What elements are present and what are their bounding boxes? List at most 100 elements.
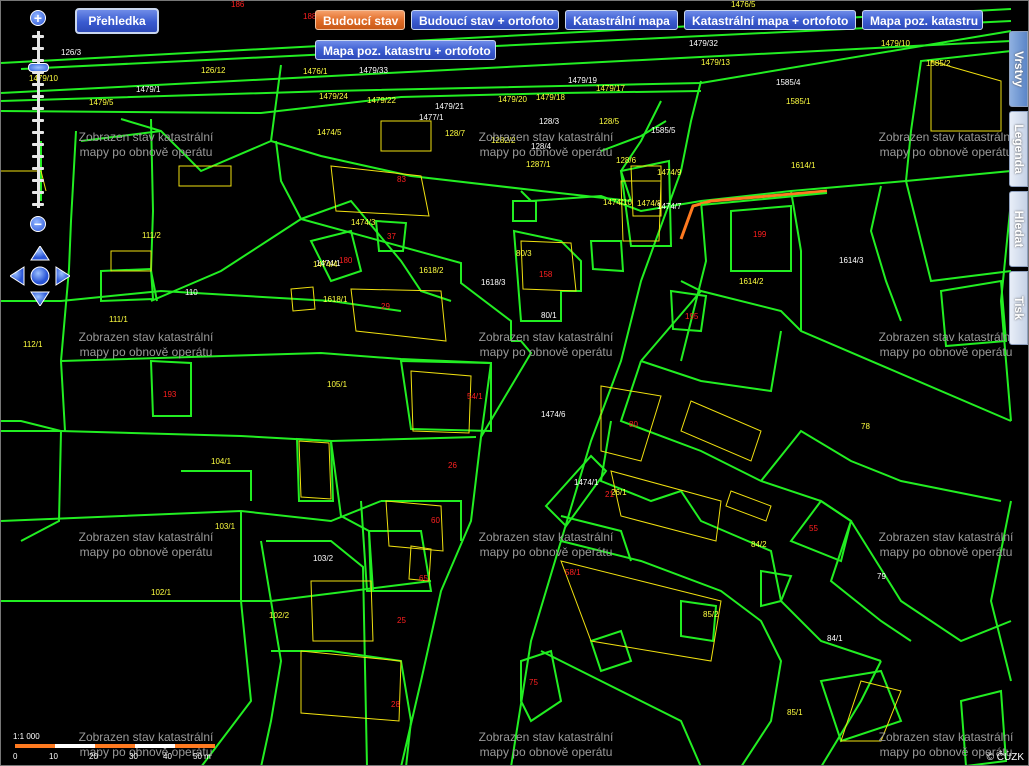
zoom-out-button[interactable]: −	[30, 216, 46, 232]
parcel-label: 1476/1	[303, 67, 328, 76]
zoom-slider-tick	[32, 155, 44, 158]
notice-line: Zobrazen stav katastrální	[479, 730, 614, 744]
pan-down-icon[interactable]	[30, 291, 50, 306]
layer-button-future-state[interactable]: Budoucí stav	[315, 10, 405, 30]
scale-tick-5: 50 m	[193, 752, 211, 761]
layer-button-cadastral-map-orthophoto[interactable]: Katastrální mapa + ortofoto	[684, 10, 856, 30]
parcel-label: 110	[185, 288, 198, 297]
notice-line: Zobrazen stav katastrální	[79, 330, 214, 344]
reconstruction-notice: Zobrazen stav katastrálnímapy po obnově …	[879, 330, 1014, 359]
layer-button-cadastral-map[interactable]: Katastrální mapa	[565, 10, 678, 30]
pan-center-icon[interactable]	[30, 266, 50, 286]
building-number: 37	[387, 232, 396, 241]
parcel-label: 1474/4	[313, 260, 338, 269]
parcel-label: 1479/20	[498, 95, 527, 104]
building-number: 55	[809, 524, 818, 533]
layer-button-land-cadastre-map[interactable]: Mapa poz. katastru	[862, 10, 983, 30]
tab-layers[interactable]: Vrstvy	[1009, 31, 1028, 107]
parcel-label: 104/1	[211, 457, 232, 466]
notice-line: mapy po obnově operátu	[80, 145, 213, 159]
parcel-label: 1479/10	[881, 39, 910, 48]
reconstruction-notices: Zobrazen stav katastrálnímapy po obnově …	[79, 130, 1014, 759]
parcel-label: 1618/2	[419, 266, 444, 275]
map-viewer: 126/3 126/12 1479/10 1479/1 1479/5 1476/1 1479…	[0, 0, 1029, 766]
parcel-label: 128/7	[445, 129, 466, 138]
building-number: 21	[605, 490, 614, 499]
parcel-label: 80/1	[541, 311, 557, 320]
parcel-label: 1479/22	[367, 96, 396, 105]
pan-left-icon[interactable]	[10, 266, 25, 286]
reconstruction-notice: Zobrazen stav katastrálnímapy po obnově …	[79, 130, 214, 159]
parcel-label: 1614/3	[839, 256, 864, 265]
parcel-label: 103/1	[215, 522, 236, 531]
parcel-label: 1479/13	[701, 58, 730, 67]
tab-layers-label: Vrstvy	[1011, 50, 1026, 88]
building-number: 54/1	[467, 392, 483, 401]
parcel-label: 1474/9	[657, 168, 682, 177]
tab-legend[interactable]: Legenda	[1009, 111, 1028, 187]
parcel-label: 1474/8	[637, 199, 662, 208]
tab-search[interactable]: Hledat	[1009, 191, 1028, 267]
notice-line: mapy po obnově operátu	[880, 345, 1013, 359]
parcel-labels: 126/3 126/12 1479/10 1479/1 1479/5 1476/1 1479…	[23, 1, 951, 717]
copyright: © ČÚZK	[986, 752, 1024, 763]
parcel-label: 84/1	[827, 634, 843, 643]
parcel-label: 1287/1	[526, 160, 551, 169]
zoom-slider-tick	[32, 191, 44, 194]
layer-button-future-state-orthophoto[interactable]: Budoucí stav + ortofoto	[411, 10, 559, 30]
reconstruction-notice: Zobrazen stav katastrálnímapy po obnově …	[79, 530, 214, 559]
parcel-label: 128/6	[616, 156, 637, 165]
parcel-label: 1585/4	[776, 78, 801, 87]
parcel-label: 84/2	[751, 540, 767, 549]
parcel-boundaries	[1, 8, 1012, 765]
tab-print[interactable]: Tisk	[1009, 271, 1028, 345]
parcel-label: 1477/1	[419, 113, 444, 122]
parcel-label: 1618/1	[323, 295, 348, 304]
tab-print-label: Tisk	[1011, 296, 1026, 320]
building-number: 29	[381, 302, 390, 311]
zoom-slider-tick	[32, 167, 44, 170]
parcel-label: 102/2	[269, 611, 290, 620]
overview-button[interactable]: Přehledka	[75, 8, 159, 34]
parcel-label: 1585/5	[651, 126, 676, 135]
building-number: 180	[339, 256, 353, 265]
zoom-slider[interactable]	[28, 31, 49, 208]
building-number: 80	[629, 420, 638, 429]
layer-button-land-cadastre-map-orthophoto[interactable]: Mapa poz. katastru + ortofoto	[315, 40, 496, 60]
parcel-label: 79	[877, 572, 886, 581]
zoom-slider-tick	[32, 47, 44, 50]
notice-line: mapy po obnově operátu	[480, 745, 613, 759]
scale-tick-4: 40	[163, 752, 172, 761]
reconstruction-notice: Zobrazen stav katastrálnímapy po obnově …	[479, 730, 614, 759]
parcel-label: 85/1	[787, 708, 803, 717]
parcel-label: 128/5	[599, 117, 620, 126]
reconstruction-notice: Zobrazen stav katastrálnímapy po obnově …	[879, 130, 1014, 159]
building-number: 58/1	[565, 568, 581, 577]
notice-line: Zobrazen stav katastrální	[879, 330, 1014, 344]
cadastral-map[interactable]: 126/3 126/12 1479/10 1479/1 1479/5 1476/1 1479…	[1, 1, 1029, 766]
building-number: 65	[419, 574, 428, 583]
zoom-in-button[interactable]: +	[30, 10, 46, 26]
parcel-label: 1585/2	[926, 59, 951, 68]
zoom-slider-tick	[32, 83, 44, 86]
reconstruction-notice: Zobrazen stav katastrálnímapy po obnově …	[479, 130, 614, 159]
parcel-label: 1479/32	[689, 39, 718, 48]
parcel-label: 78	[861, 422, 870, 431]
parcel-label: 128/3	[539, 117, 560, 126]
parcel-label: 102/1	[151, 588, 172, 597]
building-number: 25	[397, 616, 406, 625]
parcel-label: 1614/2	[739, 277, 764, 286]
reconstruction-notice: Zobrazen stav katastrálnímapy po obnově …	[879, 530, 1014, 559]
parcel-label: 1474/6	[541, 410, 566, 419]
building-number: 26	[448, 461, 457, 470]
pan-right-icon[interactable]	[55, 266, 70, 286]
zoom-slider-tick	[32, 179, 44, 182]
pan-up-icon[interactable]	[30, 246, 50, 261]
notice-line: mapy po obnově operátu	[480, 545, 613, 559]
parcel-label: 103/2	[313, 554, 334, 563]
scale-tick-1: 10	[49, 752, 58, 761]
scale-tick-2: 20	[89, 752, 98, 761]
parcel-label: 1474/1	[574, 478, 599, 487]
parcel-label: 105/1	[327, 380, 348, 389]
reconstruction-notice: Zobrazen stav katastrálnímapy po obnově …	[479, 330, 614, 359]
